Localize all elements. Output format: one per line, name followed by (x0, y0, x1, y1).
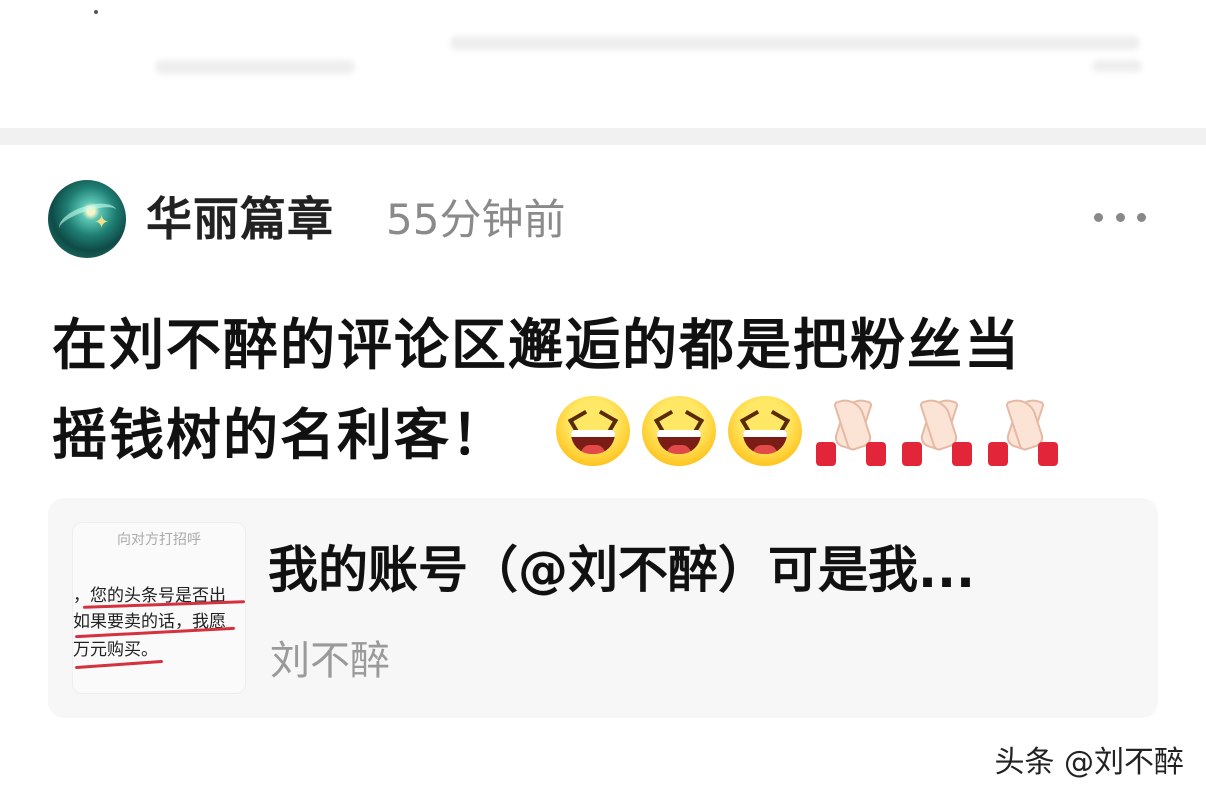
blurred-text-placeholder (155, 60, 355, 74)
blurred-text-placeholder (450, 36, 1140, 50)
article-title[interactable]: 我的账号（@刘不醉）可是我... (268, 538, 1128, 602)
more-dot (1137, 212, 1146, 222)
laughing-face-icon (642, 396, 716, 466)
red-underline-mark (75, 659, 163, 670)
article-source: 刘不醉 (270, 638, 390, 684)
avatar[interactable]: ✦ (48, 180, 126, 258)
star-icon: ✦ (94, 212, 110, 233)
linked-article-card[interactable]: 向对方打招呼 ，您的头条号是否出 如果要卖的话，我愿 万元购买。 我的账号（@刘… (48, 498, 1158, 718)
top-blurred-area (0, 0, 1206, 128)
article-thumbnail: 向对方打招呼 ，您的头条号是否出 如果要卖的话，我愿 万元购买。 (72, 522, 246, 694)
more-options-icon[interactable] (1094, 202, 1146, 232)
folded-hands-icon (900, 394, 974, 466)
author-name[interactable]: 华丽篇章 (146, 192, 334, 246)
post-time: 55分钟前 (386, 195, 566, 244)
thumbnail-text-line: 万元购买。 (73, 640, 158, 660)
folded-hands-icon (814, 394, 888, 466)
blurred-text-placeholder (1092, 60, 1142, 72)
watermark: 头条 @刘不醉 (994, 745, 1184, 780)
decorative-dot (94, 10, 98, 14)
laughing-face-icon (728, 396, 802, 466)
emoji-row (556, 394, 1072, 466)
avatar-swirl (55, 197, 121, 242)
comment-header: ✦ 华丽篇章 55分钟前 (48, 180, 1158, 260)
folded-hands-icon (986, 394, 1060, 466)
more-dot (1115, 212, 1125, 222)
section-divider (0, 128, 1206, 145)
thumbnail-hint-text: 向对方打招呼 (117, 532, 201, 548)
more-dot (1094, 212, 1103, 222)
laughing-face-icon (556, 396, 630, 466)
post-text-line-1: 在刘不醉的评论区邂逅的都是把粉丝当 (52, 313, 1022, 377)
